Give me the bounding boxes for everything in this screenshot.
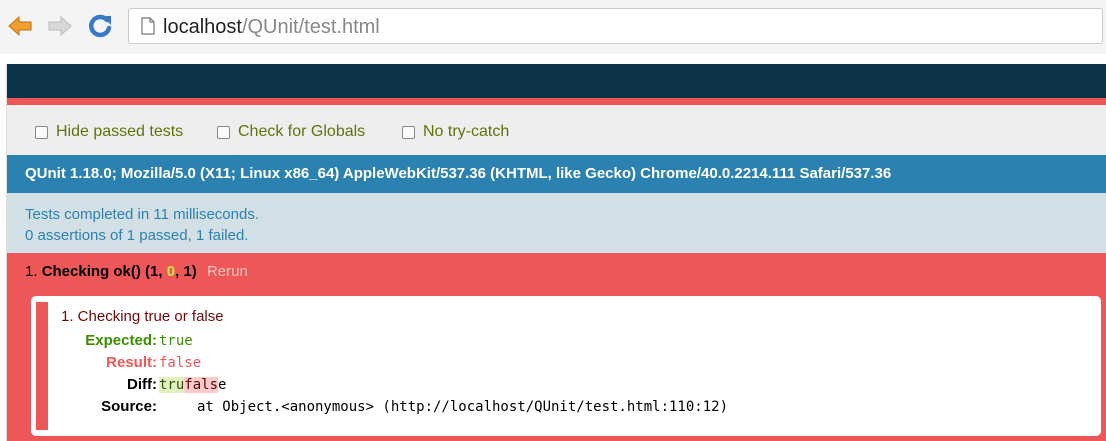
diff-inserted: tru <box>159 377 185 393</box>
result-row: Result: false <box>31 353 1031 373</box>
qunit-banner <box>7 98 1106 105</box>
total-count: 1 <box>183 263 192 280</box>
address-bar[interactable]: localhost/QUnit/test.html <box>128 8 1103 44</box>
assertion-message: 1. Checking true or false <box>61 308 224 325</box>
check-globals-checkbox[interactable] <box>217 125 230 139</box>
assertion-list: 1. Checking true or false Expected: true… <box>31 296 1101 436</box>
url-text: localhost/QUnit/test.html <box>163 15 380 39</box>
diff-value: trufalse <box>159 375 226 395</box>
no-try-catch-checkbox[interactable] <box>402 125 415 139</box>
reload-button[interactable] <box>86 12 114 40</box>
hide-passed-checkbox[interactable] <box>35 125 48 139</box>
test-counts: (1, 0, 1) <box>145 263 197 280</box>
result-value: false <box>159 355 202 371</box>
qunit-useragent: QUnit 1.18.0; Mozilla/5.0 (X11; Linux x8… <box>7 155 1106 193</box>
back-button[interactable] <box>6 12 34 40</box>
source-row: Source: at Object.<anonymous> (http://lo… <box>31 397 1091 417</box>
test-item-failed: 1. Checking ok() (1, 0, 1) Rerun 1. Chec… <box>7 253 1106 441</box>
qunit-page: Hide passed tests Check for Globals No t… <box>6 64 1106 441</box>
test-name: Checking ok() <box>41 263 141 280</box>
result-duration: Tests completed in 11 milliseconds. <box>25 206 259 223</box>
diff-common: e <box>218 377 227 393</box>
back-arrow-icon <box>8 15 32 37</box>
hide-passed-label: Hide passed tests <box>56 123 184 140</box>
qunit-testresult: Tests completed in 11 milliseconds. 0 as… <box>7 193 1106 253</box>
diff-deleted: fals <box>184 377 219 393</box>
passed-count: 0 <box>166 263 176 280</box>
option-hide-passed[interactable]: Hide passed tests <box>35 123 183 141</box>
browser-toolbar: localhost/QUnit/test.html <box>0 0 1106 54</box>
failed-count: 1 <box>150 263 159 280</box>
option-check-globals[interactable]: Check for Globals <box>217 123 365 141</box>
option-no-try-catch[interactable]: No try-catch <box>402 123 509 141</box>
rerun-link[interactable]: Rerun <box>207 263 248 280</box>
expected-row: Expected: true <box>31 331 1031 351</box>
forward-arrow-icon <box>48 15 72 37</box>
source-value: at Object.<anonymous> (http://localhost/… <box>197 399 729 415</box>
reload-icon <box>89 14 112 38</box>
diff-row: Diff: trufalse <box>31 375 1031 395</box>
test-title[interactable]: 1. Checking ok() (1, 0, 1) Rerun <box>25 262 248 282</box>
result-label: Result: <box>106 354 157 371</box>
check-globals-label: Check for Globals <box>238 123 366 140</box>
test-number: 1. <box>25 263 38 280</box>
forward-button[interactable] <box>46 12 74 40</box>
qunit-testrunner-toolbar: Hide passed tests Check for Globals No t… <box>7 105 1106 155</box>
url-host: localhost <box>163 16 242 38</box>
expected-value: true <box>159 333 193 349</box>
result-summary: 0 assertions of 1 passed, 1 failed. <box>25 227 249 244</box>
page-icon <box>141 17 155 40</box>
source-label: Source: <box>101 398 157 415</box>
diff-label: Diff: <box>127 376 157 393</box>
expected-label: Expected: <box>85 332 157 349</box>
no-try-catch-label: No try-catch <box>423 123 510 140</box>
url-path: /QUnit/test.html <box>241 16 380 38</box>
qunit-header <box>7 64 1106 98</box>
